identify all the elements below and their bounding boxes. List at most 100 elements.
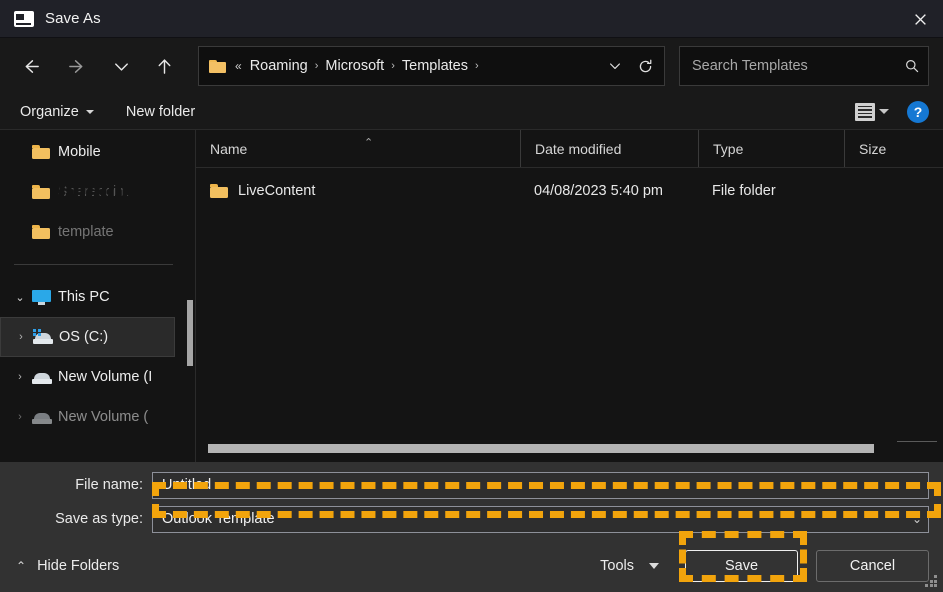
- breadcrumb-item-templates[interactable]: Templates: [402, 58, 468, 74]
- navigation-bar: « Roaming › Microsoft › Templates › Sear…: [0, 38, 943, 94]
- tree-item-label: This PC: [58, 289, 110, 305]
- os-drive-icon: [33, 328, 59, 344]
- chevron-down-icon: [649, 563, 659, 569]
- tree-item-label: New Volume (I: [58, 369, 153, 385]
- list-view-icon[interactable]: [855, 102, 875, 121]
- folder-icon: [32, 185, 58, 199]
- tools-button[interactable]: Tools: [600, 558, 659, 574]
- save-as-type-combo[interactable]: Outlook Template ⌄: [152, 505, 929, 533]
- breadcrumb-item-microsoft[interactable]: Microsoft: [325, 58, 384, 74]
- column-header-date-modified[interactable]: Date modified: [520, 130, 698, 167]
- tree-item-label: template: [58, 224, 114, 240]
- drive-icon: [32, 371, 58, 384]
- chevron-right-icon[interactable]: ›: [8, 371, 32, 383]
- file-name-input[interactable]: Untitled ⌄: [152, 471, 929, 499]
- tree-item-label: Mobile: [58, 144, 101, 160]
- resize-grip-icon[interactable]: [925, 575, 938, 588]
- tree-item-label: Sharepoint i: [58, 184, 136, 200]
- back-arrow-icon[interactable]: [14, 49, 48, 83]
- new-folder-label: New folder: [125, 103, 196, 120]
- sort-ascending-icon: ⌃: [364, 137, 374, 149]
- form-area: File name: Untitled ⌄ Save as type: Outl…: [0, 462, 943, 540]
- hide-folders-button[interactable]: ⌃ Hide Folders: [16, 558, 119, 574]
- file-list: Name ⌃ Date modified Type Size LiveConte…: [196, 130, 943, 462]
- column-header-name[interactable]: Name ⌃: [196, 130, 520, 167]
- chevron-down-icon[interactable]: [879, 109, 889, 114]
- organize-button[interactable]: Organize: [20, 104, 94, 120]
- file-name-value: Untitled: [162, 477, 212, 493]
- window-title: Save As: [45, 10, 101, 27]
- file-name-row: File name: Untitled ⌄: [14, 471, 929, 499]
- column-header-label: Size: [859, 140, 887, 157]
- folder-icon: [209, 59, 226, 73]
- horizontal-scrollbar[interactable]: [208, 444, 874, 453]
- tree-divider: [14, 264, 173, 265]
- column-header-label: Name: [210, 140, 248, 157]
- column-header-type[interactable]: Type: [698, 130, 844, 167]
- this-pc-icon: [32, 289, 58, 305]
- save-as-type-value: Outlook Template: [162, 511, 275, 527]
- folder-icon: [32, 145, 58, 159]
- close-icon[interactable]: [897, 0, 943, 38]
- hide-folders-label: Hide Folders: [37, 558, 120, 574]
- cancel-button[interactable]: Cancel: [816, 550, 929, 582]
- save-as-dialog: Save As « Roaming › Microsoft › Template…: [0, 0, 943, 592]
- navigation-tree: Mobile Sharepoint i template ⌄ This PC ›: [0, 130, 196, 462]
- vertical-scrollbar-track[interactable]: [897, 441, 937, 442]
- refresh-icon[interactable]: [630, 51, 660, 81]
- save-as-type-label: Save as type:: [55, 511, 143, 527]
- table-row[interactable]: LiveContent 04/08/2023 5:40 pm File fold…: [196, 173, 943, 209]
- help-button[interactable]: ?: [907, 100, 929, 123]
- up-arrow-icon[interactable]: [147, 49, 181, 83]
- dialog-footer: ⌃ Hide Folders Tools Save Cancel: [0, 540, 943, 592]
- title-bar: Save As: [0, 0, 943, 38]
- column-header-label: Date modified: [535, 140, 622, 157]
- tree-item-label: New Volume (: [58, 409, 149, 425]
- tree-item-os-c[interactable]: › OS (C:): [0, 317, 175, 357]
- folder-icon: [210, 184, 228, 198]
- breadcrumb-item-roaming[interactable]: Roaming: [250, 58, 308, 74]
- cell-type: File folder: [712, 183, 776, 199]
- breadcrumb-separator-icon[interactable]: ›: [475, 60, 479, 72]
- cell-date-modified: 04/08/2023 5:40 pm: [534, 183, 663, 199]
- chevron-down-icon[interactable]: [600, 51, 630, 81]
- save-as-type-row: Save as type: Outlook Template ⌄: [14, 505, 929, 533]
- breadcrumb-separator-icon: ›: [314, 60, 319, 72]
- search-input[interactable]: Search Templates: [679, 46, 929, 86]
- chevron-down-icon[interactable]: [104, 49, 138, 83]
- dialog-content: Mobile Sharepoint i template ⌄ This PC ›: [0, 130, 943, 462]
- organize-label: Organize: [20, 103, 79, 120]
- save-button[interactable]: Save: [685, 550, 798, 582]
- tree-item-this-pc[interactable]: ⌄ This PC: [0, 277, 195, 317]
- tree-item-new-volume-1[interactable]: › New Volume (I: [0, 357, 195, 397]
- tree-item-sharepoint[interactable]: Sharepoint i: [0, 172, 195, 212]
- address-bar[interactable]: « Roaming › Microsoft › Templates ›: [198, 46, 665, 86]
- folder-icon: [32, 225, 58, 239]
- tree-item-mobile[interactable]: Mobile: [0, 132, 195, 172]
- tree-item-new-volume-2[interactable]: › New Volume (: [0, 397, 195, 437]
- forward-arrow-icon[interactable]: [59, 49, 93, 83]
- tree-item-template[interactable]: template: [0, 212, 195, 252]
- new-folder-button[interactable]: New folder: [126, 104, 195, 120]
- breadcrumb-overflow-icon[interactable]: «: [235, 59, 242, 73]
- chevron-down-icon[interactable]: ⌄: [912, 478, 922, 492]
- tools-label: Tools: [600, 558, 634, 574]
- command-bar: Organize New folder ?: [0, 94, 943, 130]
- chevron-right-icon[interactable]: ›: [8, 411, 32, 423]
- chevron-down-icon[interactable]: ⌄: [8, 291, 32, 304]
- file-name-label: File name:: [75, 477, 143, 493]
- chevron-down-icon[interactable]: ⌄: [912, 512, 922, 526]
- search-icon[interactable]: [904, 58, 920, 74]
- breadcrumb-separator-icon: ›: [391, 60, 395, 72]
- chevron-right-icon[interactable]: ›: [9, 331, 33, 343]
- file-name-label: LiveContent: [238, 183, 316, 199]
- column-header-label: Type: [713, 140, 744, 157]
- search-placeholder: Search Templates: [692, 58, 808, 74]
- column-header-size[interactable]: Size: [844, 130, 924, 167]
- tree-scrollbar[interactable]: [187, 300, 193, 366]
- chevron-up-icon: ⌃: [16, 559, 27, 573]
- mail-template-icon: [14, 10, 34, 27]
- cell-name: LiveContent: [196, 183, 520, 199]
- chevron-down-icon: [85, 109, 94, 114]
- tree-item-label: OS (C:): [59, 329, 109, 345]
